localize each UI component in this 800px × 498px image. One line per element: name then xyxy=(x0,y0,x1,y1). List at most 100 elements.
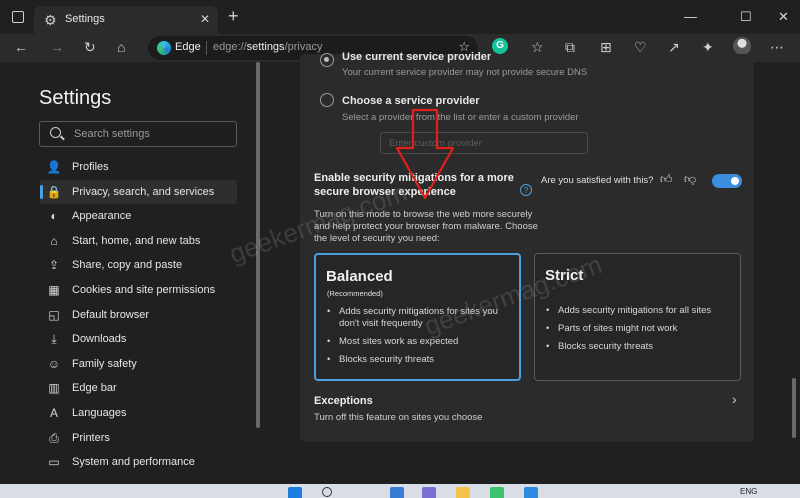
file-explorer-icon[interactable] xyxy=(456,487,470,498)
radio-current-provider[interactable] xyxy=(320,53,334,67)
exceptions-description: Turn off this feature on sites you choos… xyxy=(314,412,483,423)
sidebar-item-appearance[interactable]: ◐ Appearance xyxy=(40,204,237,228)
chevron-right-icon[interactable]: › xyxy=(732,391,737,407)
list-item: Adds security mitigations for sites you … xyxy=(326,306,501,330)
content-scrollbar[interactable] xyxy=(792,378,796,438)
sidebar-item-icon: A xyxy=(49,406,58,420)
level-features: Adds security mitigations for all sites … xyxy=(545,305,720,359)
recommended-badge: (Recommended) xyxy=(327,289,383,298)
level-card-balanced[interactable]: Balanced (Recommended) Adds security mit… xyxy=(314,253,521,381)
edge-taskbar-icon[interactable] xyxy=(490,487,504,498)
sidebar-item-cookies-and-site-permissions[interactable]: ▦ Cookies and site permissions xyxy=(40,278,237,302)
sidebar-item-label: Family safety xyxy=(72,357,137,370)
sidebar-item-icon: ▦ xyxy=(48,283,60,297)
sidebar-item-label: Downloads xyxy=(72,333,127,346)
address-divider xyxy=(206,41,207,55)
sidebar-item-icon: 🔒 xyxy=(46,184,62,199)
sidebar-scrollbar[interactable] xyxy=(256,62,260,428)
sidebar-item-label: Profiles xyxy=(72,161,109,173)
tab-actions-icon[interactable] xyxy=(12,11,24,23)
forward-icon[interactable]: → xyxy=(50,39,64,55)
widgets-icon[interactable] xyxy=(390,487,404,498)
help-icon[interactable]: ? xyxy=(520,184,532,196)
toggle-knob xyxy=(731,177,739,185)
back-icon[interactable]: ← xyxy=(14,39,28,55)
list-item: Most sites work as expected xyxy=(326,336,501,348)
share-icon[interactable]: ↗ xyxy=(668,39,680,55)
sidebar-item-label: Cookies and site permissions xyxy=(72,284,216,296)
level-name: Strict xyxy=(545,267,584,284)
sidebar-item-label: Privacy, search, and services xyxy=(72,185,215,198)
annotation-arrow-icon xyxy=(395,108,455,200)
sidebar-item-privacy-search-and-services[interactable]: 🔒 Privacy, search, and services xyxy=(40,179,237,204)
sidebar-item-downloads[interactable]: ⤓ Downloads xyxy=(40,327,237,351)
sidebar-item-icon: ⤓ xyxy=(51,332,57,347)
collections-icon[interactable]: ⧉ xyxy=(565,39,575,55)
language-indicator[interactable]: ENG xyxy=(740,487,757,496)
minimize-button[interactable]: — xyxy=(684,9,697,24)
list-item: Parts of sites might not work xyxy=(545,323,720,335)
tab-close-button[interactable]: ✕ xyxy=(200,12,210,26)
sidebar-item-profiles[interactable]: 👤 Profiles xyxy=(40,155,237,179)
close-window-button[interactable]: ✕ xyxy=(778,9,789,25)
refresh-icon[interactable]: ↻ xyxy=(84,39,96,55)
sidebar-item-label: Languages xyxy=(72,407,127,419)
exceptions-title[interactable]: Exceptions xyxy=(314,395,373,407)
tab-title: Settings xyxy=(65,13,105,25)
search-icon[interactable] xyxy=(322,487,332,497)
option-description: Your current service provider may not pr… xyxy=(342,67,588,78)
thumbs-down-icon[interactable]: 👎︎ xyxy=(684,172,696,187)
sidebar-item-icon: ◱ xyxy=(48,307,60,322)
security-toggle[interactable] xyxy=(712,174,742,188)
sidebar-item-label: Default browser xyxy=(72,308,150,321)
option-title: Choose a service provider xyxy=(342,95,480,107)
security-description: Turn on this mode to browse the web more… xyxy=(314,209,538,244)
list-item: Blocks security threats xyxy=(545,341,720,353)
sidebar-item-printers[interactable]: ⎙ Printers xyxy=(40,426,237,450)
sidebar-item-label: Edge bar xyxy=(72,382,117,395)
sidebar-item-label: Share, copy and paste xyxy=(72,259,183,272)
sidebar-item-icon: ⇪ xyxy=(48,258,60,273)
address-url[interactable]: edge://settings/privacy xyxy=(213,41,322,53)
radio-choose-provider[interactable] xyxy=(320,93,334,107)
sidebar-item-share-copy-and-paste[interactable]: ⇪ Share, copy and paste xyxy=(40,253,237,277)
favorites-icon[interactable]: ☆ xyxy=(531,39,544,55)
extension-icon[interactable]: ⊞ xyxy=(600,39,612,55)
tab-settings[interactable]: ⚙ Settings ✕ xyxy=(34,6,218,34)
sidebar-item-system-and-performance[interactable]: ▭ System and performance xyxy=(40,450,237,474)
thumbs-up-icon[interactable]: 👍︎ xyxy=(660,172,673,187)
page-title: Settings xyxy=(39,87,112,109)
level-card-strict[interactable]: Strict Adds security mitigations for all… xyxy=(534,253,741,381)
sidebar-item-family-safety[interactable]: ☺ Family safety xyxy=(40,352,237,376)
profile-avatar[interactable] xyxy=(733,37,751,55)
search-settings-input[interactable]: Search settings xyxy=(39,121,237,147)
browser-essentials-icon[interactable]: ♡ xyxy=(634,39,647,55)
home-icon[interactable]: ⌂ xyxy=(117,39,125,55)
privacy-settings-card: Use current service provider Your curren… xyxy=(300,51,754,442)
sidebar-item-icon: 👤 xyxy=(46,160,62,174)
start-icon[interactable] xyxy=(288,487,302,498)
title-bar: ⚙ Settings ✕ + — ☐ ✕ xyxy=(0,0,800,34)
option-title: Use current service provider xyxy=(342,51,492,63)
teams-icon[interactable] xyxy=(422,487,436,498)
maximize-button[interactable]: ☐ xyxy=(740,9,752,25)
more-icon[interactable]: ⋯ xyxy=(770,39,784,55)
sidebar-item-start-home-and-new-tabs[interactable]: ⌂ Start, home, and new tabs xyxy=(40,229,237,253)
settings-sidebar: Settings Search settings 👤 Profiles 🔒 Priva… xyxy=(0,62,262,484)
new-tab-button[interactable]: + xyxy=(228,7,239,25)
search-placeholder: Search settings xyxy=(74,128,150,140)
windows-taskbar: ENG xyxy=(0,484,800,498)
copilot-icon[interactable]: ✦ xyxy=(702,39,714,55)
sidebar-item-default-browser[interactable]: ◱ Default browser xyxy=(40,303,237,327)
sidebar-item-icon: ⌂ xyxy=(50,233,58,248)
list-item: Blocks security threats xyxy=(326,354,501,366)
sidebar-item-icon: ▥ xyxy=(48,381,60,396)
sidebar-item-icon: ☺ xyxy=(47,356,61,371)
grammarly-icon[interactable]: G xyxy=(492,38,508,54)
store-icon[interactable] xyxy=(524,487,538,498)
feedback-question: Are you satisfied with this? xyxy=(541,175,654,186)
sidebar-item-icon: ▭ xyxy=(48,455,60,470)
gear-icon: ⚙ xyxy=(44,12,57,28)
sidebar-item-languages[interactable]: A Languages xyxy=(40,401,237,425)
sidebar-item-edge-bar[interactable]: ▥ Edge bar xyxy=(40,376,237,400)
